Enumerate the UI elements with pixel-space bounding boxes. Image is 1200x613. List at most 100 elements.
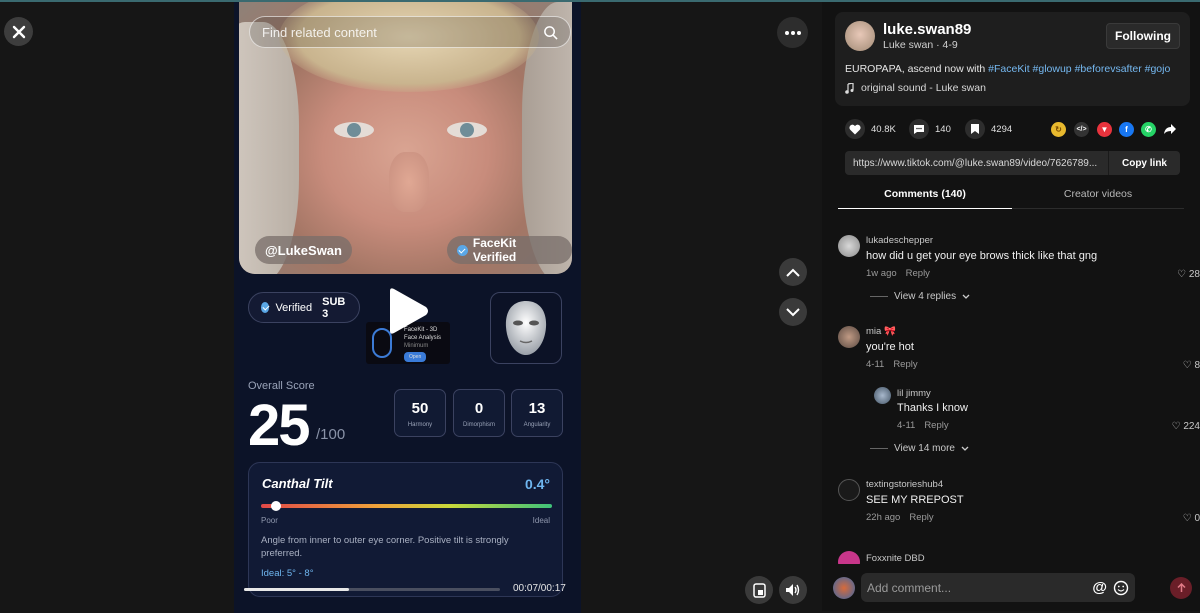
heart-icon bbox=[845, 119, 865, 139]
music-note-icon bbox=[845, 82, 854, 94]
comment-like-count: 0 bbox=[1194, 513, 1200, 524]
like-count: 40.8K bbox=[871, 123, 896, 135]
commenter-avatar[interactable] bbox=[838, 551, 860, 564]
tab-comments[interactable]: Comments (140) bbox=[838, 188, 1012, 209]
comment-like-count: 28 bbox=[1188, 269, 1200, 280]
commenter-name[interactable]: lukadeschepper bbox=[866, 235, 933, 246]
sound-link[interactable]: original sound - Luke swan bbox=[845, 82, 986, 94]
video-progress-fill bbox=[244, 588, 349, 591]
chevron-down-icon bbox=[961, 446, 969, 451]
send-to-friends-icon[interactable]: ▼ bbox=[1097, 122, 1112, 137]
volume-button[interactable] bbox=[779, 576, 807, 604]
search-icon[interactable] bbox=[543, 25, 558, 40]
comment-like[interactable]: ♡ 8 bbox=[1183, 360, 1200, 371]
video-stage: Find related content @LukeSwan FaceKit V… bbox=[0, 2, 822, 613]
comment-item: lukadeschepper how did u get your eye br… bbox=[838, 234, 1200, 314]
comment-like[interactable]: ♡ 0 bbox=[1183, 513, 1200, 524]
like-action[interactable]: 40.8K bbox=[845, 119, 896, 139]
hashtag-link[interactable]: #FaceKit bbox=[988, 63, 1029, 75]
creator-display-date: Luke swan · 4-9 bbox=[883, 39, 958, 51]
view-replies-button[interactable]: View 4 replies bbox=[870, 291, 970, 302]
reply-button[interactable]: Reply bbox=[893, 359, 917, 370]
commenter-name[interactable]: Foxxnite DBD bbox=[866, 553, 925, 564]
commenter-name[interactable]: mia 🎀 bbox=[866, 326, 896, 337]
ad-open-button[interactable]: Open bbox=[404, 352, 427, 362]
canthal-title: Canthal Tilt bbox=[262, 476, 333, 491]
comment-time: 1w ago bbox=[866, 268, 897, 279]
comment-time: 4-11 bbox=[866, 359, 885, 370]
commenter-name[interactable]: lil jimmy bbox=[897, 388, 931, 399]
commenter-avatar[interactable] bbox=[874, 387, 891, 404]
add-comment-input[interactable]: Add comment... @ bbox=[861, 573, 1135, 602]
canthal-scale-knob bbox=[270, 501, 281, 511]
creator-tag: @LukeSwan bbox=[255, 236, 352, 264]
commenter-avatar[interactable] bbox=[838, 326, 860, 348]
mention-icon[interactable]: @ bbox=[1092, 579, 1107, 596]
tab-creator-videos[interactable]: Creator videos bbox=[1012, 188, 1184, 200]
floating-player-button[interactable] bbox=[745, 576, 773, 604]
reply-button[interactable]: Reply bbox=[909, 512, 933, 523]
post-comment-button[interactable] bbox=[1170, 577, 1192, 599]
following-button[interactable]: Following bbox=[1106, 23, 1180, 49]
creator-avatar[interactable] bbox=[845, 21, 875, 51]
overall-score-max: /100 bbox=[316, 426, 346, 443]
hashtag-link[interactable]: #glowup bbox=[1033, 63, 1072, 75]
next-video-button[interactable] bbox=[779, 298, 807, 326]
commenter-avatar[interactable] bbox=[838, 479, 860, 501]
add-comment-placeholder: Add comment... bbox=[867, 580, 952, 595]
canthal-scale-bar bbox=[261, 504, 552, 508]
reply-button[interactable]: Reply bbox=[924, 420, 948, 431]
comment-text: Thanks I know bbox=[897, 402, 968, 414]
comment-item: mia 🎀 you're hot 4-11 Reply ♡ 8 bbox=[838, 325, 1200, 380]
facebook-icon[interactable]: f bbox=[1119, 122, 1134, 137]
more-options-button[interactable] bbox=[777, 17, 808, 48]
arrow-up-icon bbox=[1176, 583, 1186, 592]
more-dots-icon bbox=[784, 30, 801, 35]
video-url-field[interactable]: https://www.tiktok.com/@luke.swan89/vide… bbox=[845, 158, 1108, 169]
sound-label: original sound - Luke swan bbox=[861, 82, 986, 94]
save-action[interactable]: 4294 bbox=[965, 119, 1012, 139]
comment-like-count: 224 bbox=[1183, 421, 1200, 432]
video-player[interactable]: Find related content @LukeSwan FaceKit V… bbox=[234, 2, 581, 613]
share-link-row: https://www.tiktok.com/@luke.swan89/vide… bbox=[845, 151, 1180, 175]
share-arrow-icon[interactable] bbox=[1163, 123, 1177, 135]
post-caption: EUROPAPA, ascend now with #FaceKit #glow… bbox=[845, 63, 1170, 75]
reply-item: lil jimmy Thanks I know 4-11 Reply ♡ 224 … bbox=[870, 385, 1200, 460]
comment-action[interactable]: 140 bbox=[909, 119, 951, 139]
hashtag-link[interactable]: #gojo bbox=[1145, 63, 1171, 75]
left-eye bbox=[334, 122, 374, 138]
close-button[interactable] bbox=[4, 17, 33, 46]
previous-video-button[interactable] bbox=[779, 258, 807, 286]
comment-time: 22h ago bbox=[866, 512, 901, 523]
related-search-input[interactable]: Find related content bbox=[249, 16, 571, 48]
metric-value: 13 bbox=[528, 400, 546, 417]
comment-like[interactable]: ♡ 224 bbox=[1172, 421, 1200, 432]
emoji-icon[interactable] bbox=[1113, 580, 1129, 596]
view-replies-label: View 4 replies bbox=[894, 291, 957, 302]
embed-icon[interactable]: </> bbox=[1074, 122, 1089, 137]
post-info-card: luke.swan89 Luke swan · 4-9 Following EU… bbox=[835, 12, 1190, 106]
play-icon[interactable] bbox=[386, 287, 430, 335]
verified-pill: Verified SUB 3 bbox=[248, 292, 360, 323]
nose bbox=[389, 152, 429, 212]
comment-time: 4-11 bbox=[897, 420, 916, 431]
view-more-button[interactable]: View 14 more bbox=[870, 443, 969, 454]
search-placeholder: Find related content bbox=[262, 24, 377, 40]
hashtag-link[interactable]: #beforevsafter bbox=[1075, 63, 1142, 75]
repost-icon[interactable]: ↻ bbox=[1051, 122, 1066, 137]
comment-text: SEE MY RREPOST bbox=[866, 494, 964, 506]
scale-poor-label: Poor bbox=[261, 516, 278, 525]
whatsapp-icon[interactable]: ✆ bbox=[1141, 122, 1156, 137]
comment-tabs: Comments (140) Creator videos bbox=[838, 182, 1184, 209]
creator-username[interactable]: luke.swan89 bbox=[883, 21, 971, 38]
canthal-description: Angle from inner to outer eye corner. Po… bbox=[261, 535, 509, 559]
commenter-avatar[interactable] bbox=[838, 235, 860, 257]
comment-like[interactable]: ♡ 28 bbox=[1177, 269, 1200, 280]
metric-angularity: 13 Angularity bbox=[511, 389, 563, 437]
reply-button[interactable]: Reply bbox=[906, 268, 930, 279]
commenter-name[interactable]: textingstorieshub4 bbox=[866, 479, 943, 490]
overall-score-label: Overall Score bbox=[248, 380, 315, 392]
ad-sub: Minimum bbox=[404, 343, 429, 349]
copy-link-button[interactable]: Copy link bbox=[1108, 151, 1180, 175]
video-progress-bar[interactable] bbox=[244, 588, 500, 591]
